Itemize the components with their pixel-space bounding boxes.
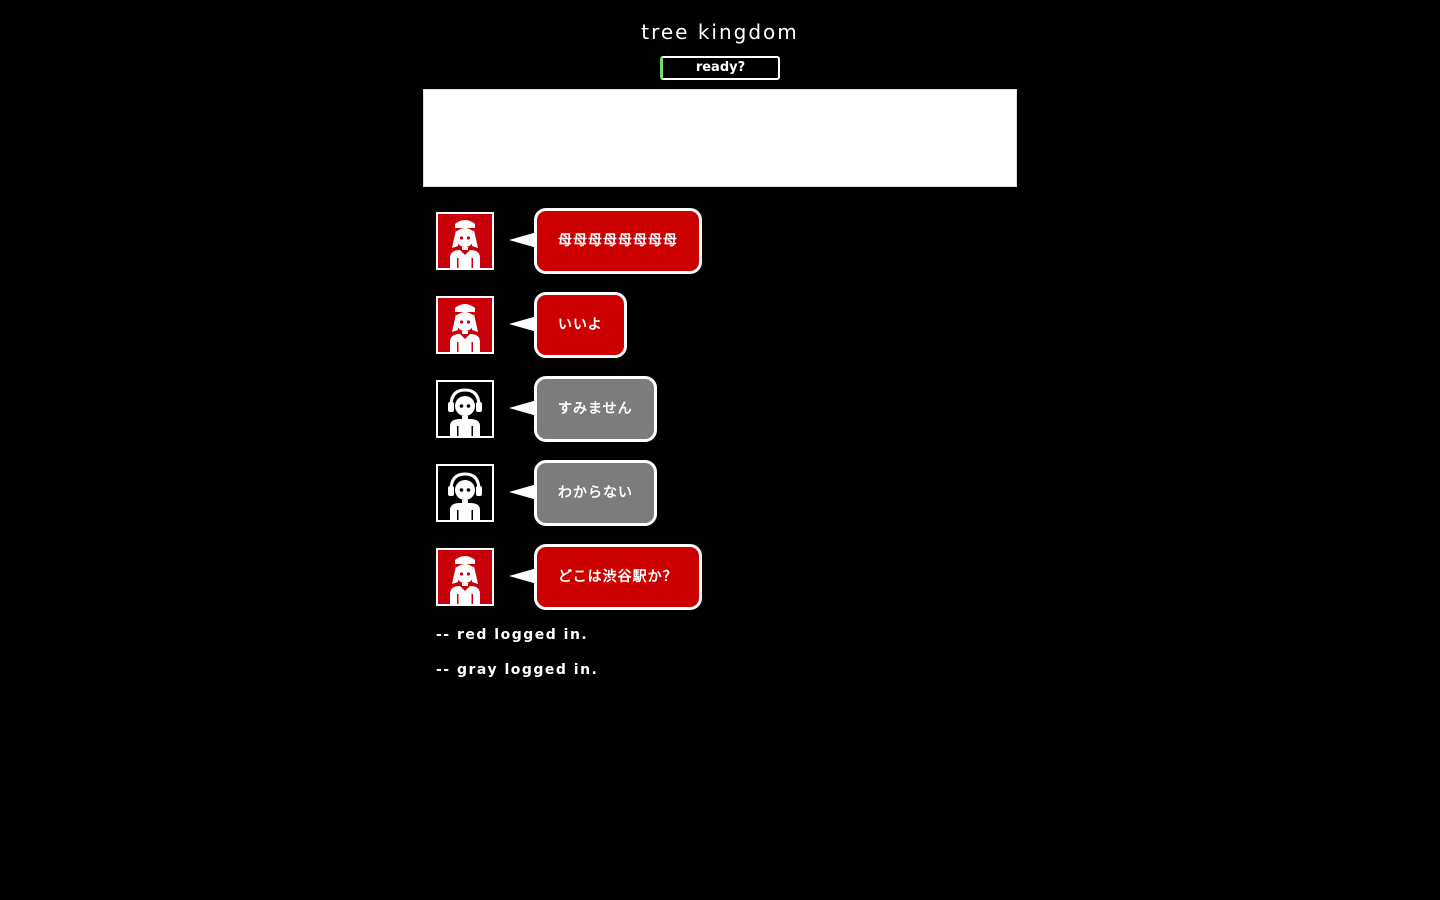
system-log-line: -- gray logged in. bbox=[436, 662, 599, 678]
girl-avatar-icon bbox=[450, 556, 480, 604]
avatar bbox=[436, 212, 494, 270]
speech-tail bbox=[509, 484, 537, 500]
girl-avatar-icon bbox=[450, 220, 480, 268]
girl-avatar-icon bbox=[450, 304, 480, 352]
speech-tail bbox=[509, 232, 537, 248]
chat-page: tree kingdom ready? 母母母母母母母母 いいよ すみません わ… bbox=[0, 0, 1440, 900]
speech-tail bbox=[509, 568, 537, 584]
ready-button[interactable]: ready? bbox=[660, 56, 780, 80]
headphones-avatar-icon bbox=[448, 472, 482, 520]
speech-tail bbox=[509, 400, 537, 416]
headphones-avatar-icon bbox=[448, 388, 482, 436]
avatar bbox=[436, 464, 494, 522]
speech-bubble: すみません bbox=[534, 376, 657, 442]
avatar bbox=[436, 548, 494, 606]
message-feed: 母母母母母母母母 いいよ すみません わからない どこは渋谷駅か？ bbox=[436, 208, 1036, 628]
avatar bbox=[436, 380, 494, 438]
speech-bubble: わからない bbox=[534, 460, 657, 526]
message-item: わからない bbox=[436, 460, 1036, 526]
message-item: いいよ bbox=[436, 292, 1036, 358]
message-item: 母母母母母母母母 bbox=[436, 208, 1036, 274]
speech-tail bbox=[509, 316, 537, 332]
message-item: どこは渋谷駅か？ bbox=[436, 544, 1036, 610]
avatar bbox=[436, 296, 494, 354]
message-item: すみません bbox=[436, 376, 1036, 442]
speech-bubble: いいよ bbox=[534, 292, 627, 358]
app-title: tree kingdom bbox=[641, 20, 799, 44]
message-input[interactable] bbox=[423, 89, 1017, 187]
speech-bubble: どこは渋谷駅か？ bbox=[534, 544, 702, 610]
system-log-line: -- red logged in. bbox=[436, 627, 589, 643]
speech-bubble: 母母母母母母母母 bbox=[534, 208, 702, 274]
